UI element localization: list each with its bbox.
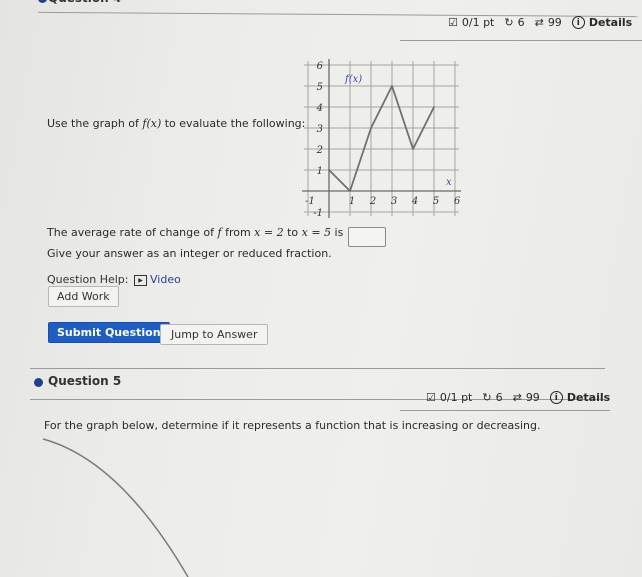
info-icon[interactable]: i xyxy=(571,16,585,29)
attempts-icon: ⇄ xyxy=(512,391,522,404)
divider xyxy=(30,368,605,369)
attempts-count: 99 xyxy=(525,391,540,404)
y-tick-label: -1 xyxy=(313,208,323,219)
score-text: 0/1 pt xyxy=(461,16,495,29)
video-icon: ▶ xyxy=(134,274,147,286)
answer-input[interactable] xyxy=(348,227,386,247)
question-help-label: Question Help: xyxy=(47,273,129,286)
rate-x1: x = 2 xyxy=(254,226,284,239)
question-4-bullet xyxy=(38,0,47,3)
score-icon: ☑ xyxy=(448,16,458,29)
x-tick-label: 2 xyxy=(369,196,376,207)
x-tick-label: -1 xyxy=(305,196,315,207)
rate-question: The average rate of change of f from x =… xyxy=(47,226,343,239)
rate-text: from xyxy=(221,226,255,239)
y-tick-label: 1 xyxy=(317,166,323,177)
retries-count: 6 xyxy=(517,16,525,29)
curve-line xyxy=(42,438,189,577)
function-graph: -1 1 2 3 4 5 6 -1 1 2 3 4 5 6 f(x) x xyxy=(302,59,461,219)
video-label: Video xyxy=(150,273,181,286)
question-4-prompt: Use the graph of f(x) to evaluate the fo… xyxy=(47,117,305,130)
x-axis-label: x xyxy=(446,177,452,188)
x-tick-label: 1 xyxy=(349,196,355,207)
prompt-function: f(x) xyxy=(142,117,162,130)
y-tick-label: 3 xyxy=(317,124,323,135)
data-point xyxy=(433,106,435,108)
x-tick-label: 5 xyxy=(433,196,439,207)
details-link[interactable]: Details xyxy=(567,391,610,404)
rate-text: The average rate of change of xyxy=(47,226,218,239)
data-point xyxy=(412,148,414,150)
divider xyxy=(400,410,610,411)
y-tick-label: 4 xyxy=(316,103,323,114)
divider xyxy=(400,40,642,41)
attempts-icon: ⇄ xyxy=(534,16,544,29)
x-tick-label: 3 xyxy=(391,196,397,207)
question-4-meta: ☑ 0/1 pt ↻ 6 ⇄ 99 i Details xyxy=(448,16,632,29)
y-tick-label: 6 xyxy=(317,61,324,72)
retry-icon: ↻ xyxy=(482,391,492,404)
question-4-title: Question 4 xyxy=(48,0,121,5)
submit-question-button[interactable]: Submit Question xyxy=(48,322,170,343)
retry-icon: ↻ xyxy=(504,16,514,29)
prompt-text: to evaluate the following: xyxy=(161,117,306,130)
video-link[interactable]: ▶ Video xyxy=(134,273,181,286)
question-5-bullet xyxy=(34,378,43,387)
data-point xyxy=(391,85,393,87)
function-line xyxy=(328,85,435,192)
question-5-meta: ☑ 0/1 pt ↻ 6 ⇄ 99 i Details xyxy=(426,391,610,404)
score-text: 0/1 pt xyxy=(439,391,473,404)
data-point xyxy=(328,169,330,171)
retries-count: 6 xyxy=(495,391,503,404)
details-link[interactable]: Details xyxy=(589,16,632,29)
info-icon[interactable]: i xyxy=(549,391,563,404)
x-tick-label: 4 xyxy=(411,196,418,207)
y-tick-label: 5 xyxy=(317,82,323,93)
question-5-graph xyxy=(42,438,189,577)
data-point xyxy=(349,190,351,192)
score-icon: ☑ xyxy=(426,391,436,404)
add-work-button[interactable]: Add Work xyxy=(48,286,119,307)
rate-text: is xyxy=(331,226,344,239)
x-tick-label: 6 xyxy=(454,196,461,207)
prompt-text: Use the graph of xyxy=(47,117,143,130)
data-point xyxy=(370,127,372,129)
jump-to-answer-button[interactable]: Jump to Answer xyxy=(160,324,269,345)
attempts-count: 99 xyxy=(547,16,562,29)
y-tick-label: 2 xyxy=(316,145,323,156)
rate-x2: x = 5 xyxy=(301,226,332,239)
question-5-title: Question 5 xyxy=(48,374,122,388)
y-axis-label: f(x) xyxy=(344,74,362,85)
rate-text: to xyxy=(283,226,302,239)
instructions: Give your answer as an integer or reduce… xyxy=(47,247,332,260)
